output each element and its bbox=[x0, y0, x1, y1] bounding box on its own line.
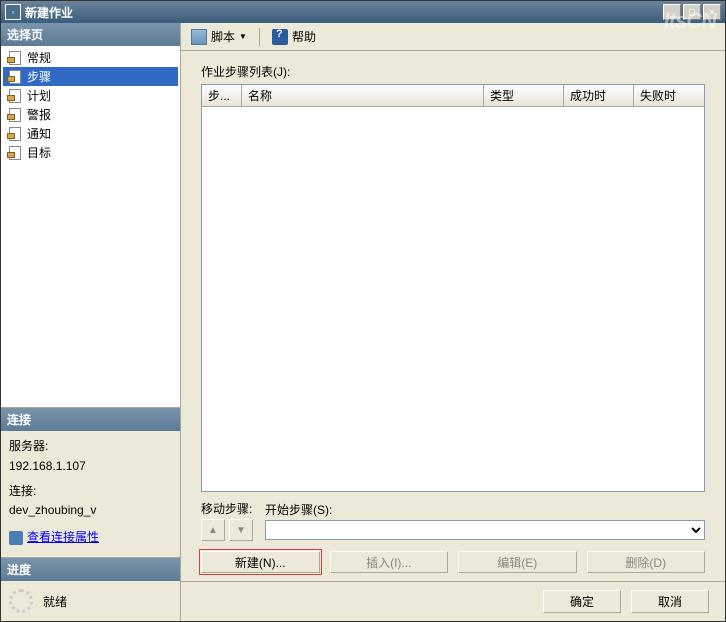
footer: 确定 取消 bbox=[181, 581, 725, 621]
action-row: 新建(N)... 插入(I)... 编辑(E) 删除(D) bbox=[201, 551, 705, 573]
list-body bbox=[202, 107, 704, 491]
cancel-button[interactable]: 取消 bbox=[631, 590, 709, 613]
start-step-label: 开始步骤(S): bbox=[265, 501, 705, 518]
start-step-select[interactable] bbox=[265, 520, 705, 540]
app-icon: ▫ bbox=[5, 4, 21, 20]
nav-label: 常规 bbox=[27, 49, 51, 66]
view-connection-properties-link[interactable]: 查看连接属性 bbox=[9, 528, 99, 547]
minimize-button[interactable]: _ bbox=[663, 4, 681, 20]
list-header: 步... 名称 类型 成功时 失败时 bbox=[202, 85, 704, 107]
nav-label: 步骤 bbox=[27, 68, 51, 85]
nav-label: 计划 bbox=[27, 87, 51, 104]
progress-body: 就绪 bbox=[1, 581, 180, 621]
col-name[interactable]: 名称 bbox=[242, 85, 484, 106]
connection-icon bbox=[9, 531, 23, 545]
nav-item-notifications[interactable]: 通知 bbox=[3, 124, 178, 143]
move-up-button[interactable]: ▲ bbox=[201, 519, 225, 541]
window-buttons: _ □ ✕ bbox=[663, 4, 721, 20]
progress-header: 进度 bbox=[1, 558, 180, 581]
nav-item-general[interactable]: 常规 bbox=[3, 48, 178, 67]
nav-label: 警报 bbox=[27, 106, 51, 123]
step-list[interactable]: 步... 名称 类型 成功时 失败时 bbox=[201, 84, 705, 492]
col-fail[interactable]: 失败时 bbox=[634, 85, 704, 106]
server-label: 服务器: bbox=[9, 437, 172, 456]
page-icon bbox=[7, 70, 23, 84]
toolbar-separator bbox=[259, 28, 260, 46]
nav-label: 目标 bbox=[27, 144, 51, 161]
select-page-header: 选择页 bbox=[1, 23, 180, 46]
script-label: 脚本 bbox=[211, 28, 235, 45]
page-icon bbox=[7, 146, 23, 160]
col-step[interactable]: 步... bbox=[202, 85, 242, 106]
titlebar: ▫ 新建作业 _ □ ✕ bbox=[1, 1, 725, 23]
page-icon bbox=[7, 108, 23, 122]
page-icon bbox=[7, 89, 23, 103]
right-panel: 脚本 ▼ 帮助 作业步骤列表(J): 步... 名称 类型 成功时 bbox=[181, 23, 725, 621]
connection-body: 服务器: 192.168.1.107 连接: dev_zhoubing_v 查看… bbox=[1, 431, 180, 557]
page-icon bbox=[7, 127, 23, 141]
page-icon bbox=[7, 51, 23, 65]
spinner-icon bbox=[9, 589, 33, 613]
content-area: 作业步骤列表(J): 步... 名称 类型 成功时 失败时 移动步骤: bbox=[181, 51, 725, 581]
nav-item-steps[interactable]: 步骤 bbox=[3, 67, 178, 86]
progress-status: 就绪 bbox=[43, 593, 67, 610]
step-list-label: 作业步骤列表(J): bbox=[201, 63, 705, 80]
delete-button[interactable]: 删除(D) bbox=[587, 551, 706, 573]
nav-item-targets[interactable]: 目标 bbox=[3, 143, 178, 162]
chevron-down-icon: ▼ bbox=[239, 32, 247, 41]
progress-section: 进度 就绪 bbox=[1, 557, 180, 621]
edit-button[interactable]: 编辑(E) bbox=[458, 551, 577, 573]
col-type[interactable]: 类型 bbox=[484, 85, 564, 106]
help-icon bbox=[272, 29, 288, 45]
nav-tree: 常规 步骤 计划 警报 通知 目标 bbox=[1, 46, 180, 407]
col-success[interactable]: 成功时 bbox=[564, 85, 634, 106]
move-down-button[interactable]: ▼ bbox=[229, 519, 253, 541]
nav-label: 通知 bbox=[27, 125, 51, 142]
help-button[interactable]: 帮助 bbox=[268, 26, 320, 47]
nav-item-schedules[interactable]: 计划 bbox=[3, 86, 178, 105]
ok-button[interactable]: 确定 bbox=[543, 590, 621, 613]
dialog-window: ▫ 新建作业 _ □ ✕ 选择页 常规 步骤 计划 警报 通知 目标 连接 服务… bbox=[0, 0, 726, 622]
left-panel: 选择页 常规 步骤 计划 警报 通知 目标 连接 服务器: 192.168.1.… bbox=[1, 23, 181, 621]
body-area: 选择页 常规 步骤 计划 警报 通知 目标 连接 服务器: 192.168.1.… bbox=[1, 23, 725, 621]
server-value: 192.168.1.107 bbox=[9, 457, 172, 476]
script-icon bbox=[191, 29, 207, 45]
window-title: 新建作业 bbox=[25, 4, 663, 21]
link-text: 查看连接属性 bbox=[27, 528, 99, 547]
move-label: 移动步骤: bbox=[201, 500, 253, 517]
nav-item-alerts[interactable]: 警报 bbox=[3, 105, 178, 124]
help-label: 帮助 bbox=[292, 28, 316, 45]
script-button[interactable]: 脚本 ▼ bbox=[187, 26, 251, 47]
connection-value: dev_zhoubing_v bbox=[9, 501, 172, 520]
connection-label: 连接: bbox=[9, 482, 172, 501]
move-row: 移动步骤: ▲ ▼ 开始步骤(S): bbox=[201, 500, 705, 541]
new-button[interactable]: 新建(N)... bbox=[201, 551, 320, 573]
insert-button[interactable]: 插入(I)... bbox=[330, 551, 449, 573]
close-button[interactable]: ✕ bbox=[703, 4, 721, 20]
maximize-button[interactable]: □ bbox=[683, 4, 701, 20]
connection-header: 连接 bbox=[1, 408, 180, 431]
toolbar: 脚本 ▼ 帮助 bbox=[181, 23, 725, 51]
connection-section: 连接 服务器: 192.168.1.107 连接: dev_zhoubing_v… bbox=[1, 407, 180, 557]
